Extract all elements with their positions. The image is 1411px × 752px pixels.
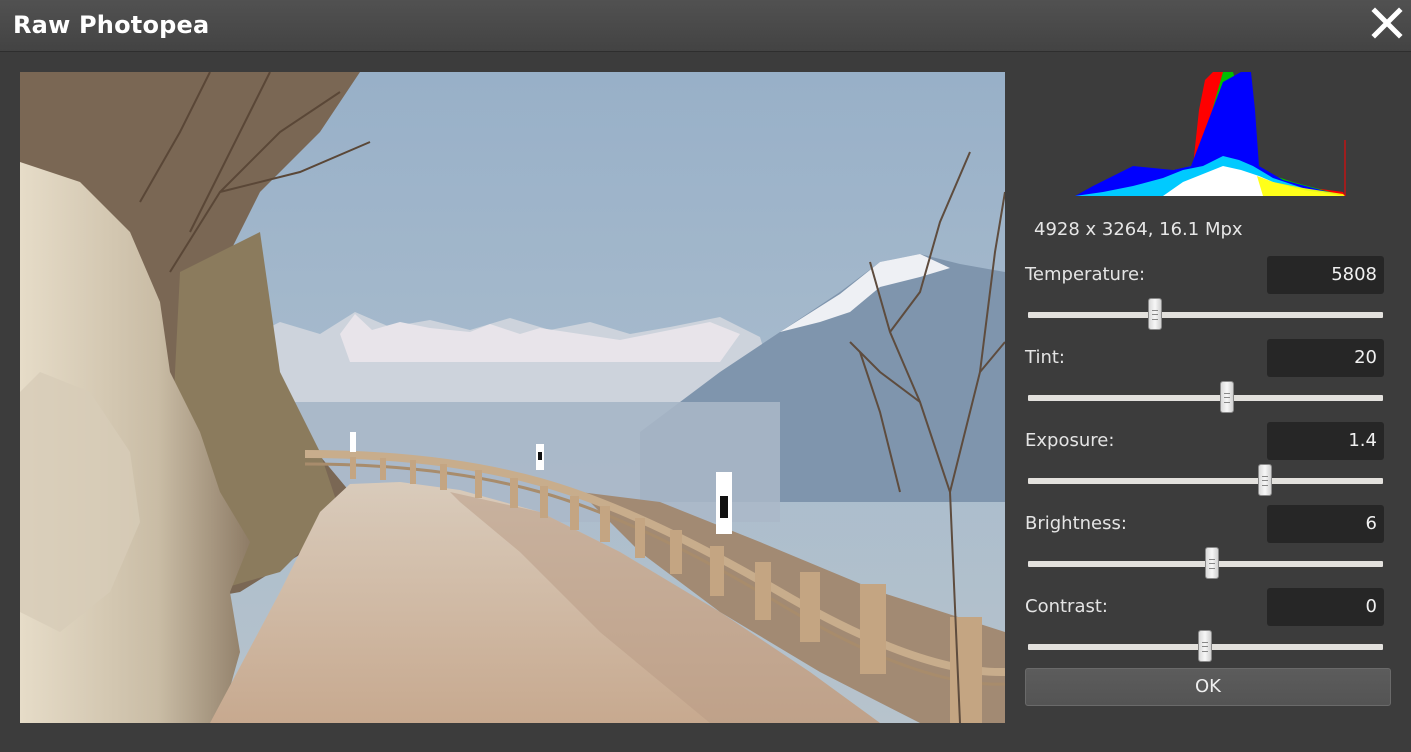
- histogram: [1075, 72, 1346, 196]
- contrast-value-input[interactable]: 0: [1267, 588, 1384, 626]
- exposure-label: Exposure:: [1025, 430, 1115, 451]
- tint-slider[interactable]: [1028, 381, 1383, 413]
- close-icon[interactable]: [1370, 6, 1404, 40]
- temperature-label: Temperature:: [1025, 264, 1146, 285]
- grip-icon: [1208, 559, 1215, 569]
- title-bar: Raw Photopea: [0, 0, 1411, 52]
- brightness-value-input[interactable]: 6: [1267, 505, 1384, 543]
- grip-icon: [1202, 642, 1209, 652]
- temperature-slider[interactable]: [1028, 298, 1383, 330]
- grip-icon: [1224, 393, 1231, 403]
- grip-icon: [1151, 310, 1158, 320]
- exposure-slider[interactable]: [1028, 464, 1383, 496]
- grip-icon: [1262, 476, 1269, 486]
- brightness-label: Brightness:: [1025, 513, 1127, 534]
- contrast-slider[interactable]: [1028, 630, 1383, 662]
- contrast-label: Contrast:: [1025, 596, 1108, 617]
- exposure-value-input[interactable]: 1.4: [1267, 422, 1384, 460]
- temperature-slider-handle[interactable]: [1147, 298, 1162, 330]
- brightness-slider-handle[interactable]: [1204, 547, 1219, 579]
- image-info: 4928 x 3264, 16.1 Mpx: [1034, 219, 1243, 240]
- brightness-slider[interactable]: [1028, 547, 1383, 579]
- tint-label: Tint:: [1025, 347, 1065, 368]
- contrast-slider-handle[interactable]: [1198, 630, 1213, 662]
- temperature-value-input[interactable]: 5808: [1267, 256, 1384, 294]
- ok-button[interactable]: OK: [1025, 668, 1391, 706]
- tint-slider-handle[interactable]: [1220, 381, 1235, 413]
- exposure-slider-handle[interactable]: [1258, 464, 1273, 496]
- dialog-title: Raw Photopea: [13, 11, 210, 39]
- raw-image-preview: [20, 72, 1005, 723]
- tint-value-input[interactable]: 20: [1267, 339, 1384, 377]
